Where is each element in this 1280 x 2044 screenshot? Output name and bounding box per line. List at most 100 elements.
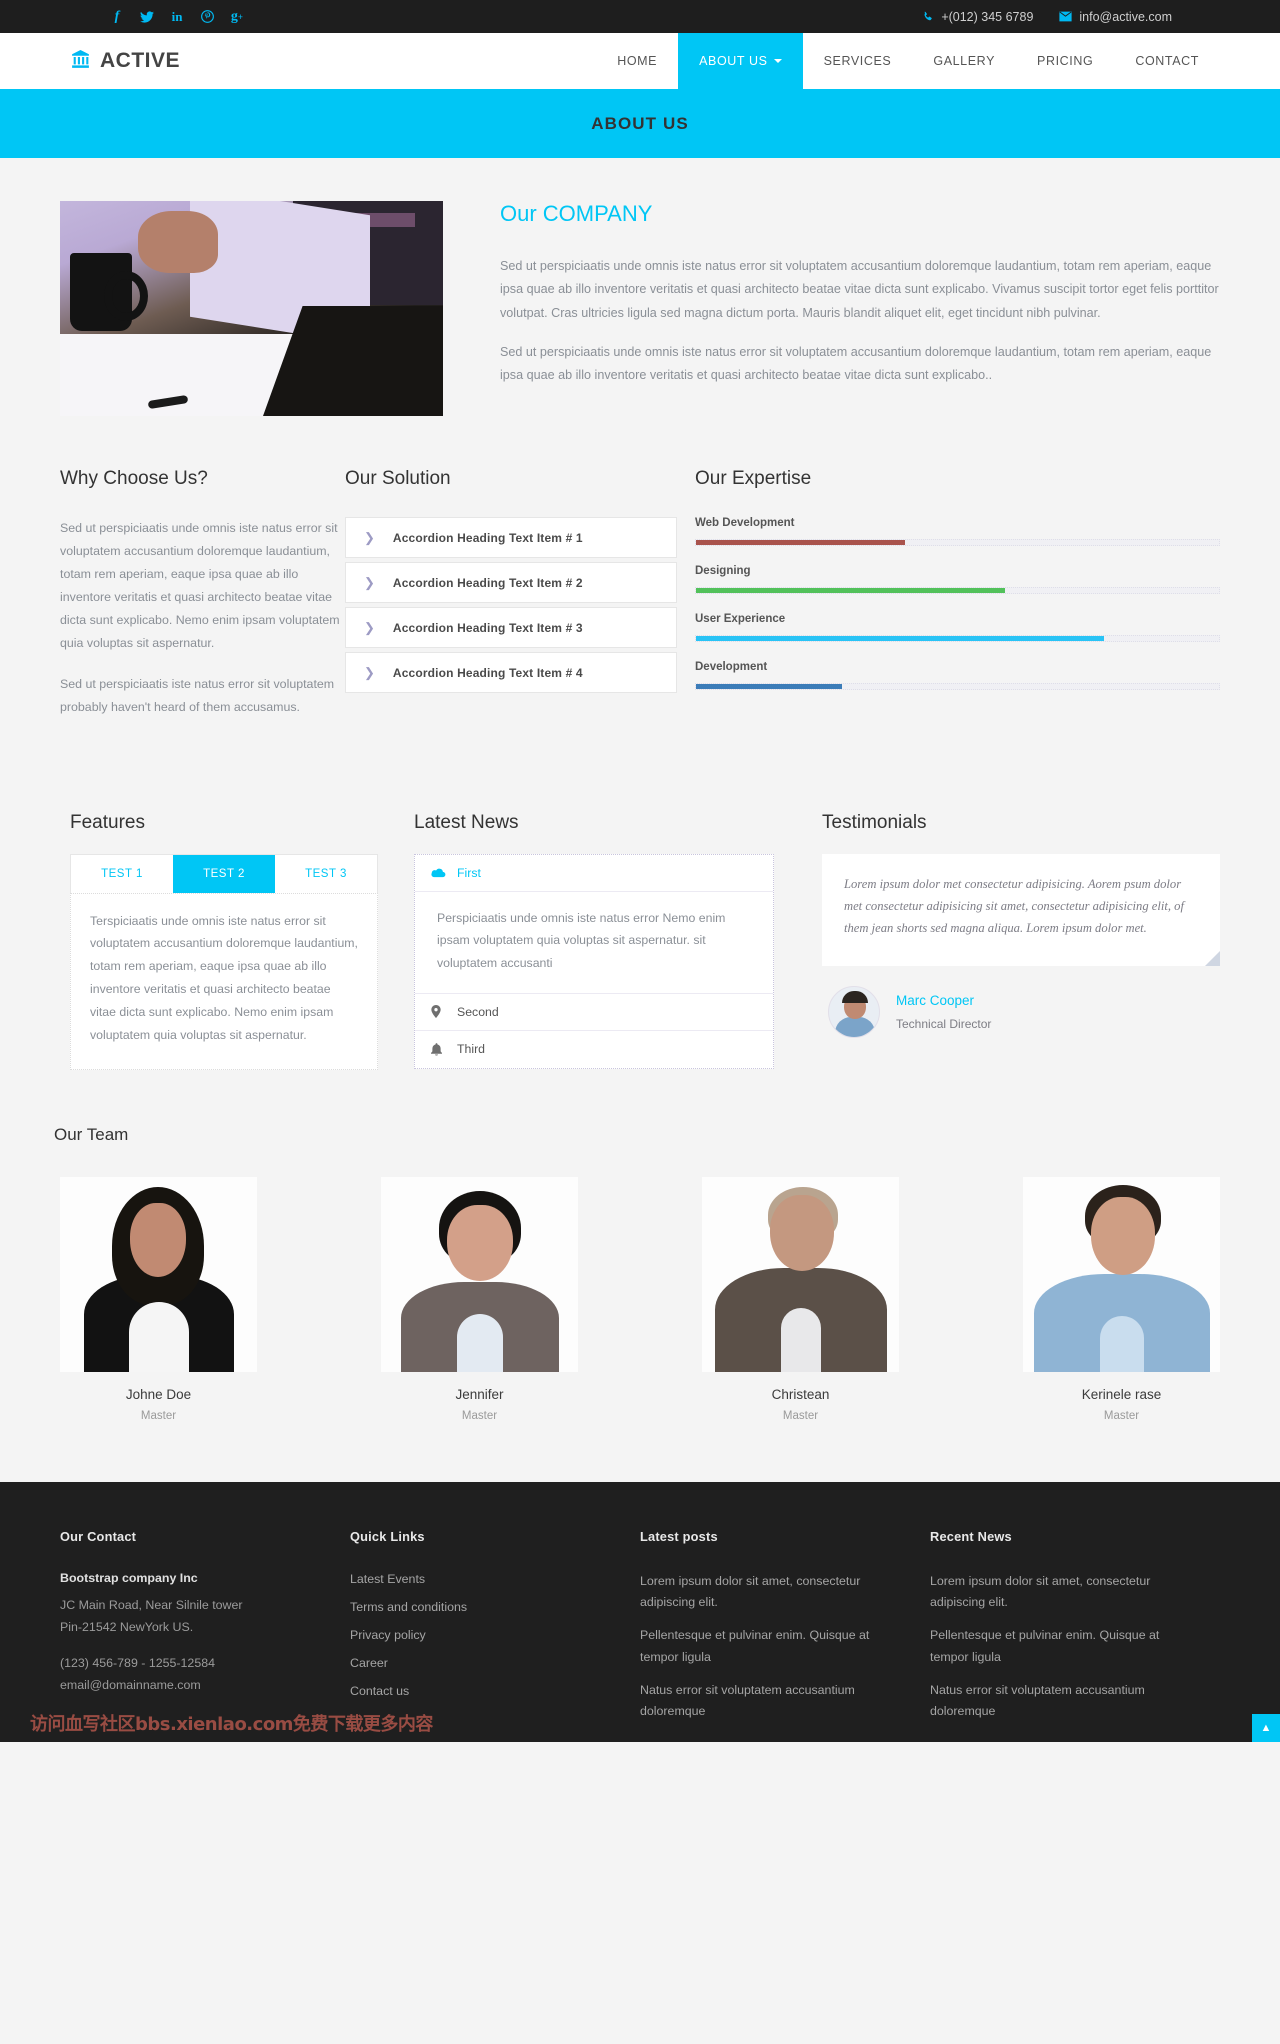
nav-item-about-us[interactable]: ABOUT US xyxy=(678,33,803,89)
testimonial-text: Lorem ipsum dolor met consectetur adipis… xyxy=(844,876,1184,936)
post-item: Natus error sit voluptatem accusantium d… xyxy=(640,1682,855,1719)
skill-track xyxy=(695,587,1220,594)
main-navbar: ACTIVE HOME ABOUT US SERVICES GALLERY PR… xyxy=(0,33,1280,89)
team-member[interactable]: Kerinele rase Master xyxy=(1023,1176,1220,1422)
nav-item-gallery[interactable]: GALLERY xyxy=(912,33,1016,89)
skill-fill xyxy=(696,684,843,689)
news-label: Third xyxy=(457,1042,486,1057)
member-role: Master xyxy=(1103,1409,1140,1422)
nav-label: PRICING xyxy=(1037,54,1094,68)
footer-email: email@domainname.com xyxy=(60,1677,201,1692)
page-title: ABOUT US xyxy=(591,113,689,133)
tab-test-2[interactable]: TEST 2 xyxy=(173,854,275,893)
twitter-icon[interactable] xyxy=(132,2,162,32)
solution-title: Our Solution xyxy=(345,468,451,489)
bell-icon xyxy=(431,1042,457,1056)
facebook-icon[interactable]: f xyxy=(102,2,132,32)
tab-test-3[interactable]: TEST 3 xyxy=(275,855,377,893)
accordion-label: Accordion Heading Text Item # 1 xyxy=(392,530,583,545)
features-title: Features xyxy=(70,811,145,833)
company-paragraph-2: Sed ut perspiciaatis unde omnis iste nat… xyxy=(500,344,1212,383)
tab-panel: Terspiciaatis unde omnis iste natus erro… xyxy=(70,892,378,1070)
linkedin-icon[interactable]: in xyxy=(162,2,192,32)
skill-label: Development xyxy=(695,661,768,673)
accordion-item[interactable]: ❯ Accordion Heading Text Item # 4 xyxy=(345,652,677,693)
quick-link[interactable]: Terms and conditions xyxy=(350,1600,467,1614)
google-plus-icon[interactable]: g + xyxy=(222,2,252,32)
member-photo xyxy=(702,1176,899,1372)
quick-link[interactable]: Latest Events xyxy=(350,1572,425,1586)
list-item[interactable]: Latest Events xyxy=(350,1571,612,1586)
corner-fold-icon xyxy=(1205,950,1220,966)
testimonial-quote: Lorem ipsum dolor met consectetur adipis… xyxy=(822,853,1220,966)
accordion-item[interactable]: ❯ Accordion Heading Text Item # 1 xyxy=(345,517,677,558)
why-paragraph-2: Sed ut perspiciaatis iste natus error si… xyxy=(60,676,335,714)
list-item[interactable]: Terms and conditions xyxy=(350,1599,612,1614)
quick-link[interactable]: Contact us xyxy=(350,1684,409,1698)
expertise-title: Our Expertise xyxy=(695,468,812,489)
nav-label: SERVICES xyxy=(823,54,892,68)
envelope-icon xyxy=(1059,11,1072,22)
accordion-item[interactable]: ❯ Accordion Heading Text Item # 2 xyxy=(345,562,677,603)
skill-track xyxy=(695,635,1220,642)
three-column-section: Why Choose Us? Sed ut perspiciaatis unde… xyxy=(0,416,1280,737)
company-heading-plain: Our xyxy=(500,201,543,226)
member-role: Master xyxy=(782,1409,819,1422)
trio-section: Features TEST 1 TEST 2 TEST 3 Terspiciaa… xyxy=(0,737,1280,1070)
list-item[interactable]: Contact us xyxy=(350,1683,612,1698)
why-choose-us: Why Choose Us? Sed ut perspiciaatis unde… xyxy=(0,468,345,737)
footer-recent-news: Recent News Lorem ipsum dolor sit amet, … xyxy=(930,1529,1220,1735)
email-address: info@active.com xyxy=(1079,9,1172,24)
testimonial-author: Marc Cooper Technical Director xyxy=(822,985,1220,1038)
latest-news-block: Latest News First Perspiciaatis unde omn… xyxy=(396,812,792,1070)
company-heading-accent: COMPANY xyxy=(542,201,653,226)
nav-item-services[interactable]: SERVICES xyxy=(803,33,913,89)
brand-logo[interactable]: ACTIVE xyxy=(60,33,180,89)
company-section: Our COMPANY Sed ut perspiciaatis unde om… xyxy=(0,158,1280,416)
news-row-first[interactable]: First xyxy=(415,855,773,892)
skill-label: Designing xyxy=(695,565,751,577)
team-section: Our Team Johne Doe Master Jennifer Maste… xyxy=(0,1070,1280,1482)
site-footer: Our Contact Bootstrap company Inc JC Mai… xyxy=(0,1481,1280,1742)
nav-item-home[interactable]: HOME xyxy=(596,33,678,89)
post-item: Pellentesque et pulvinar enim. Quisque a… xyxy=(640,1628,870,1664)
page-banner: ABOUT US xyxy=(0,89,1280,158)
pinterest-icon[interactable] xyxy=(192,2,222,32)
our-solution: Our Solution ❯ Accordion Heading Text It… xyxy=(345,468,677,737)
tab-label: TEST 1 xyxy=(101,867,143,880)
why-paragraph-1: Sed ut perspiciaatis unde omnis iste nat… xyxy=(60,521,340,650)
team-member[interactable]: Johne Doe Master xyxy=(60,1176,257,1422)
footer-address-2: Pin-21542 NewYork US. xyxy=(60,1619,194,1634)
member-name: Christean xyxy=(771,1386,830,1402)
footer-quick-links-title: Quick Links xyxy=(350,1528,425,1544)
features-tabs: TEST 1 TEST 2 TEST 3 xyxy=(70,853,378,893)
tab-test-1[interactable]: TEST 1 xyxy=(71,855,173,893)
tab-label: TEST 3 xyxy=(305,867,347,880)
nav-item-contact[interactable]: CONTACT xyxy=(1114,33,1220,89)
member-photo xyxy=(60,1176,257,1372)
footer-contact-title: Our Contact xyxy=(60,1528,137,1544)
cloud-icon xyxy=(431,868,457,878)
testimonials-block: Testimonials Lorem ipsum dolor met conse… xyxy=(792,812,1280,1070)
list-item[interactable]: Privacy policy xyxy=(350,1627,612,1642)
news-row-second[interactable]: Second xyxy=(415,994,773,1031)
map-pin-icon xyxy=(431,1005,457,1019)
quick-link[interactable]: Career xyxy=(350,1656,388,1670)
nav-item-pricing[interactable]: PRICING xyxy=(1016,33,1114,89)
skill-row: Development xyxy=(695,661,1220,690)
list-item[interactable]: Career xyxy=(350,1655,612,1670)
accordion-item[interactable]: ❯ Accordion Heading Text Item # 3 xyxy=(345,607,677,648)
chevron-right-icon: ❯ xyxy=(364,664,375,680)
scroll-to-top-button[interactable]: ▲ xyxy=(1252,1713,1280,1742)
team-member[interactable]: Jennifer Master xyxy=(381,1176,578,1422)
member-name: Kerinele rase xyxy=(1081,1386,1162,1402)
nav-label: CONTACT xyxy=(1135,54,1199,68)
footer-company: Bootstrap company Inc xyxy=(60,1570,198,1585)
member-name: Jennifer xyxy=(455,1386,504,1402)
features-block: Features TEST 1 TEST 2 TEST 3 Terspiciaa… xyxy=(0,812,396,1070)
news-row-third[interactable]: Third xyxy=(415,1031,773,1068)
member-name: Johne Doe xyxy=(125,1386,192,1402)
quick-link[interactable]: Privacy policy xyxy=(350,1628,426,1642)
chevron-down-icon xyxy=(773,59,782,63)
team-member[interactable]: Christean Master xyxy=(702,1176,899,1422)
